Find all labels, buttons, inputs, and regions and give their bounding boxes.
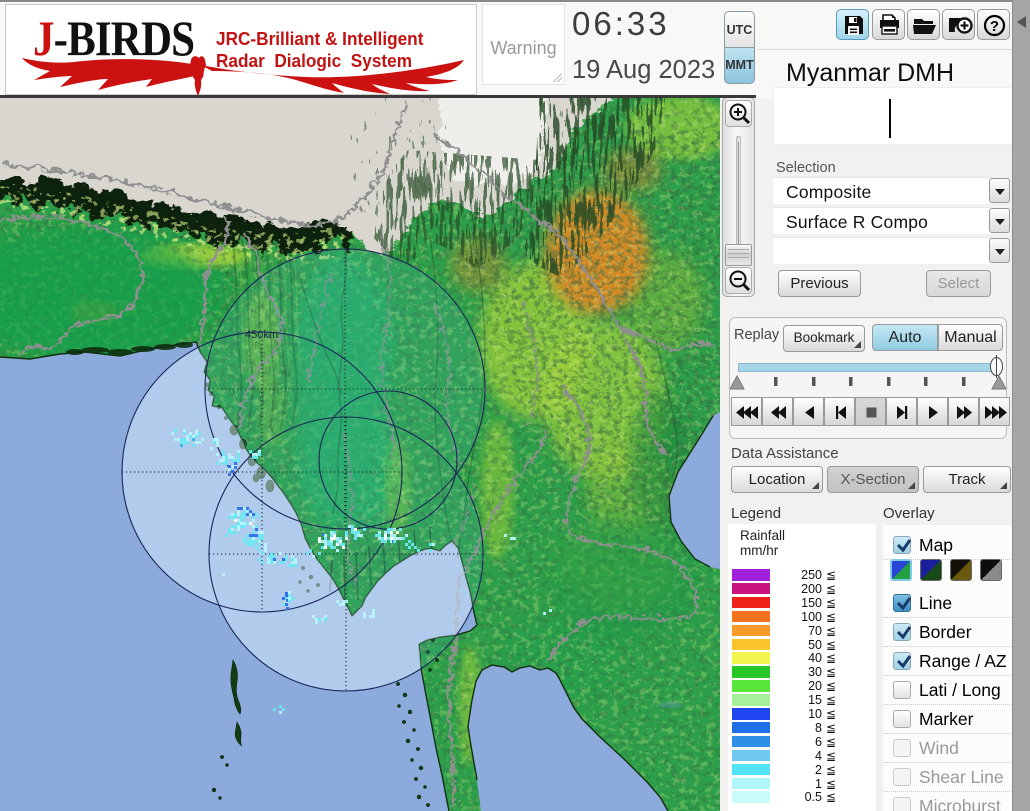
svg-text:?: ? <box>990 18 999 35</box>
svg-text:450km: 450km <box>245 329 278 341</box>
